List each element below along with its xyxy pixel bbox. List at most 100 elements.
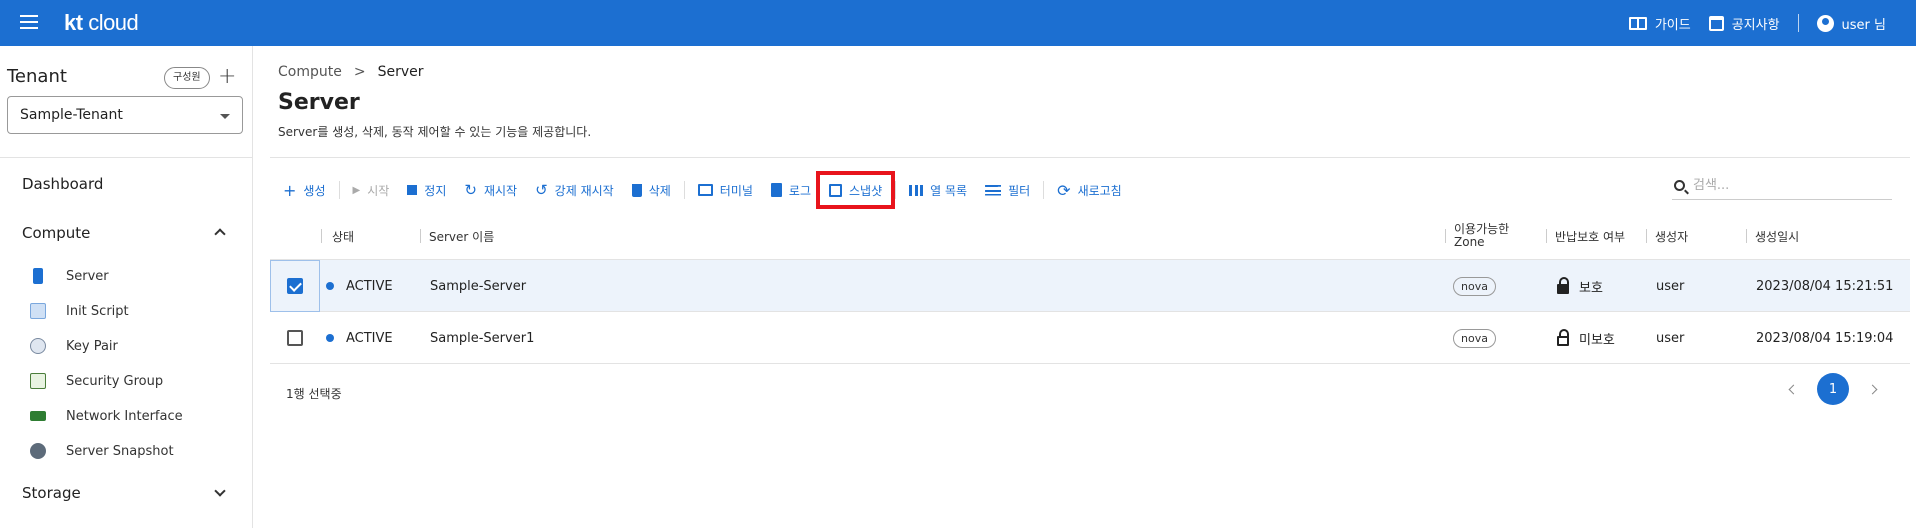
column-protection[interactable]: 반납보호 여부: [1547, 212, 1625, 260]
snapshot-add-icon: [829, 183, 842, 197]
notice-link[interactable]: 공지사항: [1708, 14, 1780, 33]
guide-label: 가이드: [1654, 17, 1691, 33]
protection-text: 보호: [1579, 280, 1603, 296]
sidebar-section-compute[interactable]: Compute: [22, 224, 90, 242]
server-table: 상태 Server 이름 이용가능한 Zone 반납보호 여부 생성자 생성일시…: [270, 212, 1910, 364]
row-checkbox[interactable]: [287, 278, 303, 294]
sidebar-item-server[interactable]: Server: [30, 264, 109, 288]
member-button[interactable]: 구성원: [164, 67, 210, 89]
status-cell: ACTIVE: [326, 260, 393, 312]
sidebar-item-dashboard[interactable]: Dashboard: [22, 175, 103, 193]
sidebar-item-network-interface[interactable]: Network Interface: [30, 404, 183, 428]
toolbar-divider: [1043, 181, 1045, 199]
stop-icon: [407, 185, 418, 195]
column-created[interactable]: 생성일시: [1747, 212, 1799, 260]
selection-count: 1행 선택중: [286, 387, 342, 401]
search-input[interactable]: [1693, 178, 1873, 193]
kt-cloud-logo[interactable]: kt cloud: [64, 10, 139, 36]
column-status[interactable]: 상태: [324, 212, 354, 260]
play-icon: ▶: [352, 184, 361, 196]
row-checkbox[interactable]: [287, 330, 303, 346]
sidebar-section-storage[interactable]: Storage: [22, 484, 81, 502]
zone-chip: nova: [1453, 276, 1496, 296]
breadcrumb: Compute > Server: [278, 64, 424, 80]
column-creator[interactable]: 생성자: [1647, 212, 1688, 260]
start-button[interactable]: ▶ 시작: [344, 175, 399, 205]
search-icon: [1674, 180, 1685, 191]
terminal-label: 터미널: [719, 183, 753, 198]
table-header: 상태 Server 이름 이용가능한 Zone 반납보호 여부 생성자 생성일시: [270, 212, 1910, 260]
server-name-cell: Sample-Server: [430, 278, 527, 294]
columns-button[interactable]: 열 목록: [900, 175, 976, 205]
delete-label: 삭제: [648, 183, 671, 198]
book-icon: [1628, 16, 1647, 30]
sidebar-item-key-pair[interactable]: Key Pair: [30, 334, 118, 358]
create-button[interactable]: + 생성: [274, 175, 335, 205]
status-text: ACTIVE: [346, 278, 393, 294]
refresh-button[interactable]: ⟳ 새로고침: [1048, 175, 1131, 205]
delete-button[interactable]: 삭제: [623, 175, 680, 205]
force-restart-button[interactable]: ↺ 강제 재시작: [526, 175, 623, 205]
status-cell: ACTIVE: [326, 312, 393, 364]
filter-button[interactable]: 필터: [976, 175, 1039, 205]
user-menu[interactable]: user 님: [1816, 14, 1886, 33]
start-label: 시작: [367, 183, 390, 198]
chevron-up-icon[interactable]: [214, 228, 226, 240]
force-restart-icon: ↺: [535, 181, 548, 199]
logo-cloud: cloud: [88, 10, 139, 35]
table-row[interactable]: ACTIVE Sample-Server1 nova 미보호 user 2023…: [270, 312, 1910, 364]
page-button[interactable]: 1: [1817, 373, 1849, 405]
filter-icon: [985, 184, 1002, 196]
breadcrumb-compute[interactable]: Compute: [278, 64, 342, 80]
column-server-name[interactable]: Server 이름: [421, 212, 494, 260]
column-zone-line2: Zone: [1454, 235, 1485, 249]
restart-button[interactable]: ↻ 재시작: [455, 175, 526, 205]
guide-link[interactable]: 가이드: [1628, 14, 1691, 33]
sidebar-item-security-group[interactable]: Security Group: [30, 369, 163, 393]
sidebar-item-label: Server: [66, 268, 109, 284]
snapshot-label: 스냅샷: [849, 183, 883, 198]
add-tenant-icon[interactable]: +: [218, 64, 236, 89]
chevron-left-icon[interactable]: [1788, 384, 1799, 394]
snapshot-button[interactable]: 스냅샷: [815, 171, 896, 209]
row-checkbox-cell: [270, 312, 320, 364]
chevron-down-icon[interactable]: [214, 485, 226, 497]
chevron-right-icon[interactable]: [1867, 384, 1878, 394]
filter-label: 필터: [1008, 183, 1031, 198]
terminal-icon: [697, 184, 713, 196]
account-circle-icon: [1816, 14, 1834, 32]
header-divider: [1797, 14, 1799, 32]
created-cell: 2023/08/04 15:21:51: [1756, 278, 1894, 294]
status-dot-icon: [326, 334, 334, 342]
log-button[interactable]: 로그: [762, 175, 820, 205]
terminal-button[interactable]: 터미널: [689, 175, 762, 205]
tenant-select[interactable]: Sample-Tenant: [7, 96, 243, 134]
zone-cell: nova: [1453, 312, 1496, 364]
created-cell: 2023/08/04 15:19:04: [1756, 330, 1894, 346]
zone-cell: nova: [1453, 260, 1496, 312]
title-divider: [270, 157, 1910, 158]
creator-cell: user: [1656, 278, 1685, 294]
main-content: Compute > Server Server Server를 생성, 삭제, …: [254, 46, 1916, 528]
status-text: ACTIVE: [346, 330, 393, 346]
sidebar-item-init-script[interactable]: Init Script: [30, 299, 129, 323]
stop-button[interactable]: 정지: [398, 175, 455, 205]
column-zone[interactable]: 이용가능한 Zone: [1446, 212, 1509, 260]
sidebar-item-label: Network Interface: [66, 408, 183, 424]
pagination: 1: [1788, 373, 1878, 405]
server-icon: [33, 268, 43, 284]
sidebar-item-server-snapshot[interactable]: Server Snapshot: [30, 439, 174, 463]
search-box: [1672, 172, 1892, 200]
view-column-icon: [909, 184, 924, 196]
tenant-select-value: Sample-Tenant: [20, 107, 123, 123]
menu-icon[interactable]: [20, 15, 38, 29]
sidebar-item-label: Init Script: [66, 303, 129, 319]
breadcrumb-server: Server: [377, 64, 424, 80]
table-row[interactable]: ACTIVE Sample-Server nova 보호 user 2023/0…: [270, 260, 1910, 312]
sidebar: Tenant 구성원 + Sample-Tenant Dashboard Com…: [0, 46, 253, 528]
sidebar-item-label: Key Pair: [66, 338, 118, 354]
restart-icon: ↻: [464, 181, 477, 199]
dropdown-caret-icon: [220, 114, 230, 119]
network-interface-icon: [30, 411, 46, 421]
top-app-bar: kt cloud 가이드 공지사항 user 님: [0, 0, 1916, 46]
